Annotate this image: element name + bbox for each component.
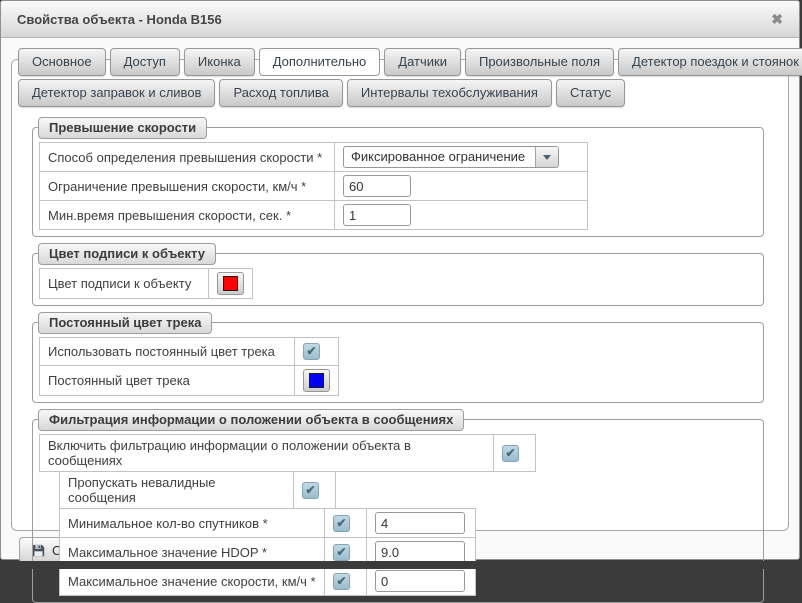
max-speed-input[interactable] bbox=[375, 570, 465, 592]
filtration-values-table: Минимальное кол-во спутников * ✔ Максима… bbox=[59, 508, 476, 596]
track-color-swatch bbox=[309, 373, 324, 388]
table-row: Ограничение превышения скорости, км/ч * bbox=[40, 172, 588, 201]
dropdown-button[interactable] bbox=[535, 147, 558, 167]
speeding-limit-label: Ограничение превышения скорости, км/ч * bbox=[40, 172, 335, 201]
table-row: Способ определения превышения скорости *… bbox=[40, 143, 588, 172]
section-track-color: Постоянный цвет трека Использовать посто… bbox=[32, 322, 764, 403]
min-sats-label: Минимальное кол-во спутников * bbox=[60, 509, 325, 538]
min-sats-input[interactable] bbox=[375, 512, 465, 534]
table-row: Использовать постоянный цвет трека ✔ bbox=[40, 338, 339, 366]
table-row: Мин.время превышения скорости, сек. * bbox=[40, 201, 588, 230]
min-sats-checkbox[interactable]: ✔ bbox=[333, 515, 350, 532]
max-speed-label: Максимальное значение скорости, км/ч * bbox=[60, 567, 325, 596]
max-hdop-input[interactable] bbox=[375, 541, 465, 563]
speeding-method-value: Фиксированное ограничение bbox=[344, 147, 535, 167]
table-row: Включить фильтрацию информации о положен… bbox=[40, 435, 536, 472]
chevron-down-icon bbox=[543, 155, 551, 160]
speeding-min-time-label: Мин.время превышения скорости, сек. * bbox=[40, 201, 335, 230]
track-color-use-label: Использовать постоянный цвет трека bbox=[40, 338, 295, 366]
filtration-enable-table: Включить фильтрацию информации о положен… bbox=[39, 434, 536, 472]
label-color-label: Цвет подписи к объекту bbox=[40, 269, 209, 299]
speeding-table: Способ определения превышения скорости *… bbox=[39, 142, 588, 230]
background-strip bbox=[0, 561, 802, 569]
speeding-min-time-input[interactable] bbox=[343, 204, 411, 226]
tab-custom-fields[interactable]: Произвольные поля bbox=[465, 48, 614, 76]
speeding-limit-input[interactable] bbox=[343, 175, 411, 197]
tab-row-1: Основное Доступ Иконка Дополнительно Дат… bbox=[18, 48, 782, 76]
filtration-enable-checkbox[interactable]: ✔ bbox=[502, 445, 519, 462]
close-icon[interactable]: ✖ bbox=[771, 12, 783, 26]
tab-service-intervals[interactable]: Интервалы техобслуживания bbox=[347, 79, 552, 107]
table-row: Пропускать невалидные сообщения ✔ bbox=[60, 472, 336, 509]
table-row: Максимальное значение скорости, км/ч * ✔ bbox=[60, 567, 476, 596]
tab-sensors[interactable]: Датчики bbox=[384, 48, 461, 76]
skip-invalid-checkbox[interactable]: ✔ bbox=[302, 482, 319, 499]
label-color-swatch bbox=[223, 276, 238, 291]
filtration-sub-block: Пропускать невалидные сообщения ✔ Минима… bbox=[59, 471, 757, 596]
tab-bar: Основное Доступ Иконка Дополнительно Дат… bbox=[18, 48, 782, 107]
tab-access[interactable]: Доступ bbox=[110, 48, 180, 76]
tab-fuel-consumption[interactable]: Расход топлива bbox=[219, 79, 342, 107]
tab-panel: Основное Доступ Иконка Дополнительно Дат… bbox=[11, 59, 789, 531]
skip-invalid-label: Пропускать невалидные сообщения bbox=[60, 472, 294, 509]
tab-advanced[interactable]: Дополнительно bbox=[259, 48, 381, 76]
section-filtration-legend: Фильтрация информации о положении объект… bbox=[38, 409, 464, 431]
label-color-picker-button[interactable] bbox=[217, 272, 244, 295]
section-label-color: Цвет подписи к объекту Цвет подписи к об… bbox=[32, 253, 764, 306]
speeding-method-select[interactable]: Фиксированное ограничение bbox=[343, 146, 559, 168]
tab-status[interactable]: Статус bbox=[556, 79, 625, 107]
table-row: Минимальное кол-во спутников * ✔ bbox=[60, 509, 476, 538]
dialog-body: Основное Доступ Иконка Дополнительно Дат… bbox=[1, 59, 799, 569]
track-color-table: Использовать постоянный цвет трека ✔ Пос… bbox=[39, 337, 339, 396]
dialog-titlebar: Свойства объекта - Honda B156 ✖ bbox=[1, 1, 799, 38]
tab-row-2: Детектор заправок и сливов Расход топлив… bbox=[18, 79, 782, 107]
max-hdop-checkbox[interactable]: ✔ bbox=[333, 544, 350, 561]
section-speeding-legend: Превышение скорости bbox=[38, 117, 207, 139]
skip-invalid-table: Пропускать невалидные сообщения ✔ bbox=[59, 471, 336, 509]
tab-main[interactable]: Основное bbox=[18, 48, 106, 76]
section-label-color-legend: Цвет подписи к объекту bbox=[38, 243, 216, 265]
track-color-use-checkbox[interactable]: ✔ bbox=[303, 343, 320, 360]
table-row: Цвет подписи к объекту bbox=[40, 269, 253, 299]
track-color-picker-button[interactable] bbox=[303, 369, 330, 392]
table-row: Постоянный цвет трека bbox=[40, 366, 339, 396]
section-track-color-legend: Постоянный цвет трека bbox=[38, 312, 212, 334]
section-speeding: Превышение скорости Способ определения п… bbox=[32, 127, 764, 237]
section-filtration: Фильтрация информации о положении объект… bbox=[32, 419, 764, 603]
label-color-table: Цвет подписи к объекту bbox=[39, 268, 253, 299]
max-speed-checkbox[interactable]: ✔ bbox=[333, 573, 350, 590]
tab-icon[interactable]: Иконка bbox=[184, 48, 255, 76]
dialog-title: Свойства объекта - Honda B156 bbox=[17, 12, 771, 27]
tab-trip-detector[interactable]: Детектор поездок и стоянок bbox=[618, 48, 802, 76]
object-properties-dialog: Свойства объекта - Honda B156 ✖ Основное… bbox=[0, 0, 800, 560]
filtration-enable-label: Включить фильтрацию информации о положен… bbox=[40, 435, 494, 472]
track-color-label: Постоянный цвет трека bbox=[40, 366, 295, 396]
tab-fuel-fillings-detector[interactable]: Детектор заправок и сливов bbox=[18, 79, 215, 107]
speeding-method-label: Способ определения превышения скорости * bbox=[40, 143, 335, 172]
